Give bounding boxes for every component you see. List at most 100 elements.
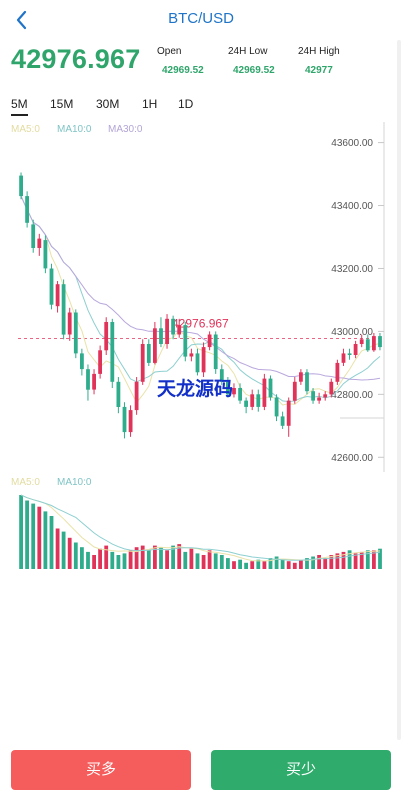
candle-body	[49, 268, 54, 305]
volume-bar	[43, 511, 48, 569]
candle-body	[80, 353, 84, 370]
candle-body	[299, 372, 303, 382]
volume-bar	[110, 551, 115, 569]
volume-bar	[207, 550, 212, 569]
volume-bar	[122, 553, 127, 569]
ma5-line	[20, 195, 381, 406]
candle-body	[335, 362, 340, 382]
candle-body	[37, 238, 42, 248]
volume-bar	[140, 545, 145, 569]
candle-body	[378, 336, 382, 348]
y-tick-label: 42600.00	[331, 453, 373, 464]
volume-bar	[201, 555, 206, 569]
tab-1h[interactable]: 1H	[142, 97, 157, 111]
volume-bar	[116, 555, 121, 569]
candle-body	[372, 336, 376, 351]
buy-short-button[interactable]: 买少	[211, 750, 391, 790]
candle-body	[280, 416, 285, 426]
candle-body	[244, 400, 248, 407]
volume-bar	[31, 503, 36, 569]
volume-bar	[292, 562, 297, 569]
volume-bar	[232, 561, 236, 569]
volume-bar	[280, 559, 285, 569]
candle-body	[165, 318, 169, 344]
tab-30m[interactable]: 30M	[96, 97, 119, 111]
y-tick-label: 43200.00	[331, 264, 373, 275]
volume-bar	[128, 550, 133, 569]
candle-body	[98, 350, 102, 374]
high-stat: 24H High 42977	[298, 46, 340, 76]
candle-body	[213, 334, 218, 370]
high-value: 42977	[305, 65, 333, 76]
open-value: 42969.52	[162, 65, 204, 76]
buy-long-button[interactable]: 买多	[11, 750, 191, 790]
candle-body	[183, 325, 188, 357]
vol-ma5-legend: MA5:0	[11, 477, 40, 488]
candle-body	[73, 312, 78, 354]
candle-body	[86, 369, 90, 390]
candle-body	[238, 388, 242, 401]
volume-bar	[80, 547, 84, 569]
volume-bar	[37, 506, 42, 569]
volume-bar	[219, 555, 224, 569]
ma10-line	[20, 195, 381, 403]
candlestick-chart[interactable]: 43600.00 43400.00 43200.00 43000.00 42800.00…	[0, 122, 402, 582]
candle-body	[19, 175, 23, 197]
candle-body	[311, 391, 315, 401]
candle-body	[110, 322, 115, 382]
candle-body	[134, 381, 139, 411]
tab-5m[interactable]: 5M	[11, 97, 28, 116]
volume-bar	[226, 558, 230, 569]
volume-bar	[195, 553, 200, 569]
candle-body	[317, 397, 321, 401]
high-label: 24H High	[298, 46, 340, 57]
candle-body	[189, 353, 194, 357]
volume-bar	[213, 553, 218, 569]
volume-bar	[189, 548, 194, 569]
candle-body	[140, 344, 145, 382]
candle-body	[159, 328, 163, 344]
candle-body	[195, 353, 200, 373]
volume-bar	[238, 559, 242, 569]
candle-body	[359, 339, 364, 344]
candle-body	[268, 378, 273, 398]
current-price: 42976.967	[11, 44, 141, 74]
candle-body	[31, 224, 36, 248]
candle-body	[177, 325, 182, 335]
volume-bar	[378, 548, 382, 569]
tab-1d[interactable]: 1D	[178, 97, 193, 111]
header: BTC/USD	[0, 0, 402, 40]
volume-bar	[317, 555, 321, 569]
candle-body	[256, 394, 261, 407]
y-tick-label: 43000.00	[331, 327, 373, 338]
volume-bar	[159, 547, 163, 569]
candle-body	[104, 322, 109, 351]
volume-bar	[311, 556, 315, 569]
y-tick-label: 42800.00	[331, 390, 373, 401]
candle-body	[262, 378, 267, 407]
volume-bar	[165, 550, 169, 569]
candle-body	[67, 312, 72, 335]
candle-body	[116, 381, 121, 407]
candle-body	[171, 318, 175, 335]
y-tick-label: 43600.00	[331, 138, 373, 149]
candle-body	[92, 373, 96, 390]
page-title: BTC/USD	[168, 10, 234, 27]
candle-body	[292, 381, 297, 401]
y-tick-label: 43400.00	[331, 201, 373, 212]
tab-15m[interactable]: 15M	[50, 97, 73, 111]
candle-body	[207, 334, 212, 348]
candle-body	[61, 284, 66, 335]
candle-body	[55, 284, 60, 307]
open-stat: Open 42969.52	[157, 46, 204, 76]
volume-bar	[86, 551, 90, 569]
vol-ma10-legend: MA10:0	[57, 477, 92, 488]
volume-bar	[55, 528, 60, 569]
candle-body	[329, 381, 334, 395]
volume-bar	[67, 537, 72, 569]
candle-body	[286, 400, 291, 426]
volume-bar	[299, 559, 303, 569]
candle-body	[146, 344, 151, 363]
volume-bar	[323, 558, 328, 569]
candle-body	[347, 353, 352, 355]
